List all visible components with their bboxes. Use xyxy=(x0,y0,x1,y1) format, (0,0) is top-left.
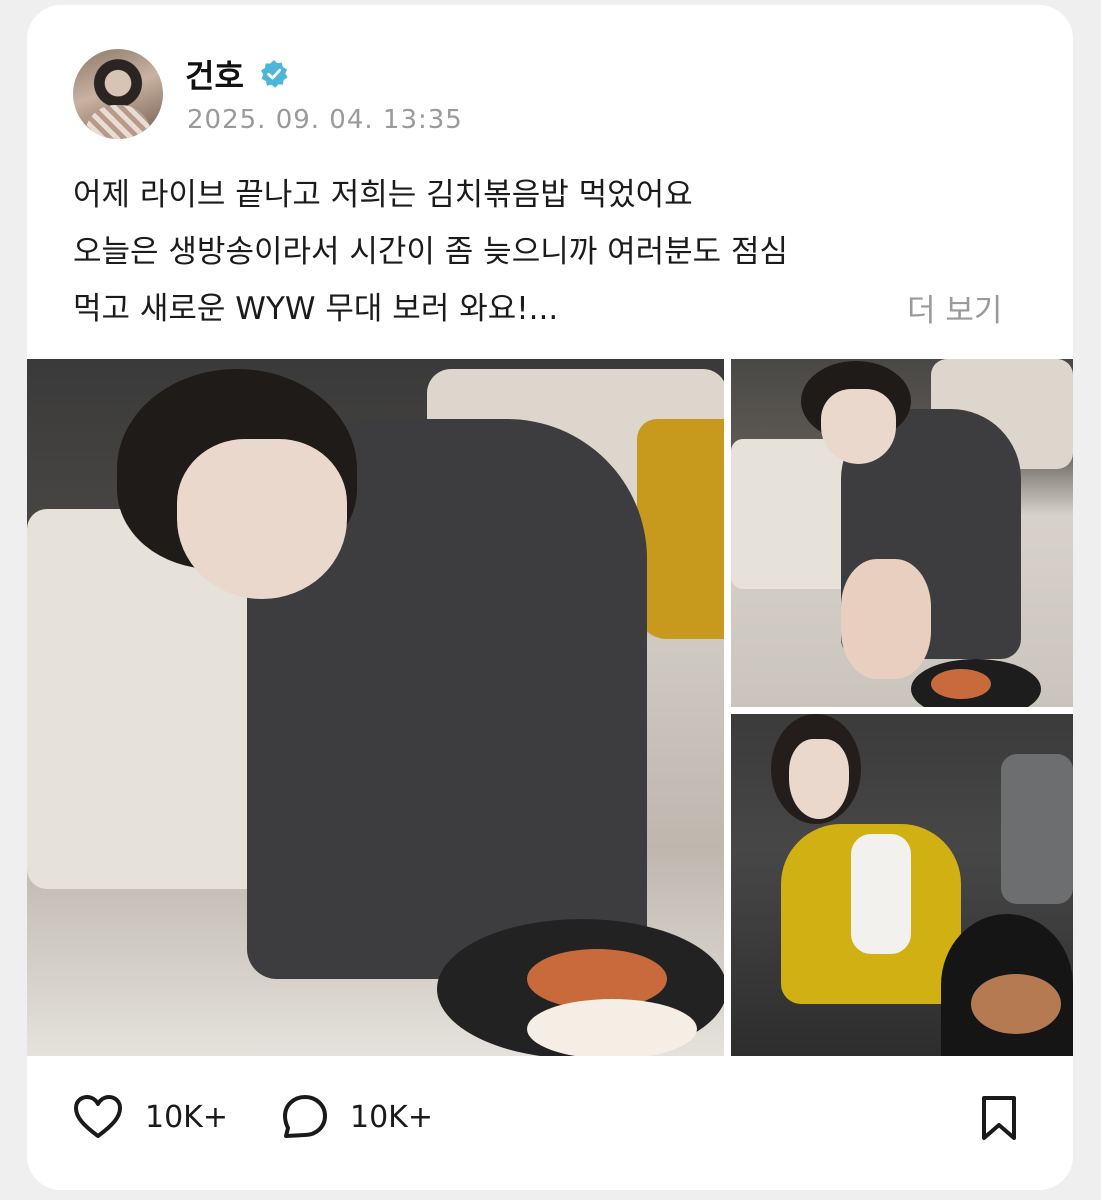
post-photo-main[interactable] xyxy=(27,359,724,1056)
bookmark-icon[interactable] xyxy=(979,1094,1019,1142)
post-text-line: 먹고 새로운 WYW 무대 보러 와요!... xyxy=(73,291,559,327)
like-count: 10K+ xyxy=(145,1099,228,1135)
comment-count: 10K+ xyxy=(350,1099,433,1135)
post-timestamp: 2025. 09. 04. 13:35 xyxy=(187,105,463,135)
comment-button[interactable]: 10K+ xyxy=(282,1094,433,1140)
like-button[interactable]: 10K+ xyxy=(73,1094,228,1140)
author-avatar[interactable] xyxy=(73,49,163,139)
heart-icon xyxy=(74,1095,122,1138)
post-photo-bottom-right[interactable] xyxy=(731,714,1073,1056)
comment-bubble-icon xyxy=(283,1095,327,1138)
verified-badge-icon xyxy=(261,60,288,88)
post-text: 어제 라이브 끝나고 저희는 김치볶음밥 먹었어요 오늘은 생방송이라서 시간이… xyxy=(73,167,1033,338)
action-bar: 10K+ 10K+ xyxy=(27,1056,1073,1190)
post-text-line: 오늘은 생방송이라서 시간이 좀 늦으니까 여러분도 점심 xyxy=(73,234,789,270)
post-text-line: 어제 라이브 끝나고 저희는 김치볶음밥 먹었어요 xyxy=(73,177,693,213)
see-more-link[interactable]: 더 보기 xyxy=(907,285,1002,330)
post-card: 건호 2025. 09. 04. 13:35 어제 라이브 끝나고 저희는 김치… xyxy=(27,5,1073,1190)
author-name[interactable]: 건호 xyxy=(185,51,244,97)
post-photo-top-right[interactable] xyxy=(731,359,1073,707)
